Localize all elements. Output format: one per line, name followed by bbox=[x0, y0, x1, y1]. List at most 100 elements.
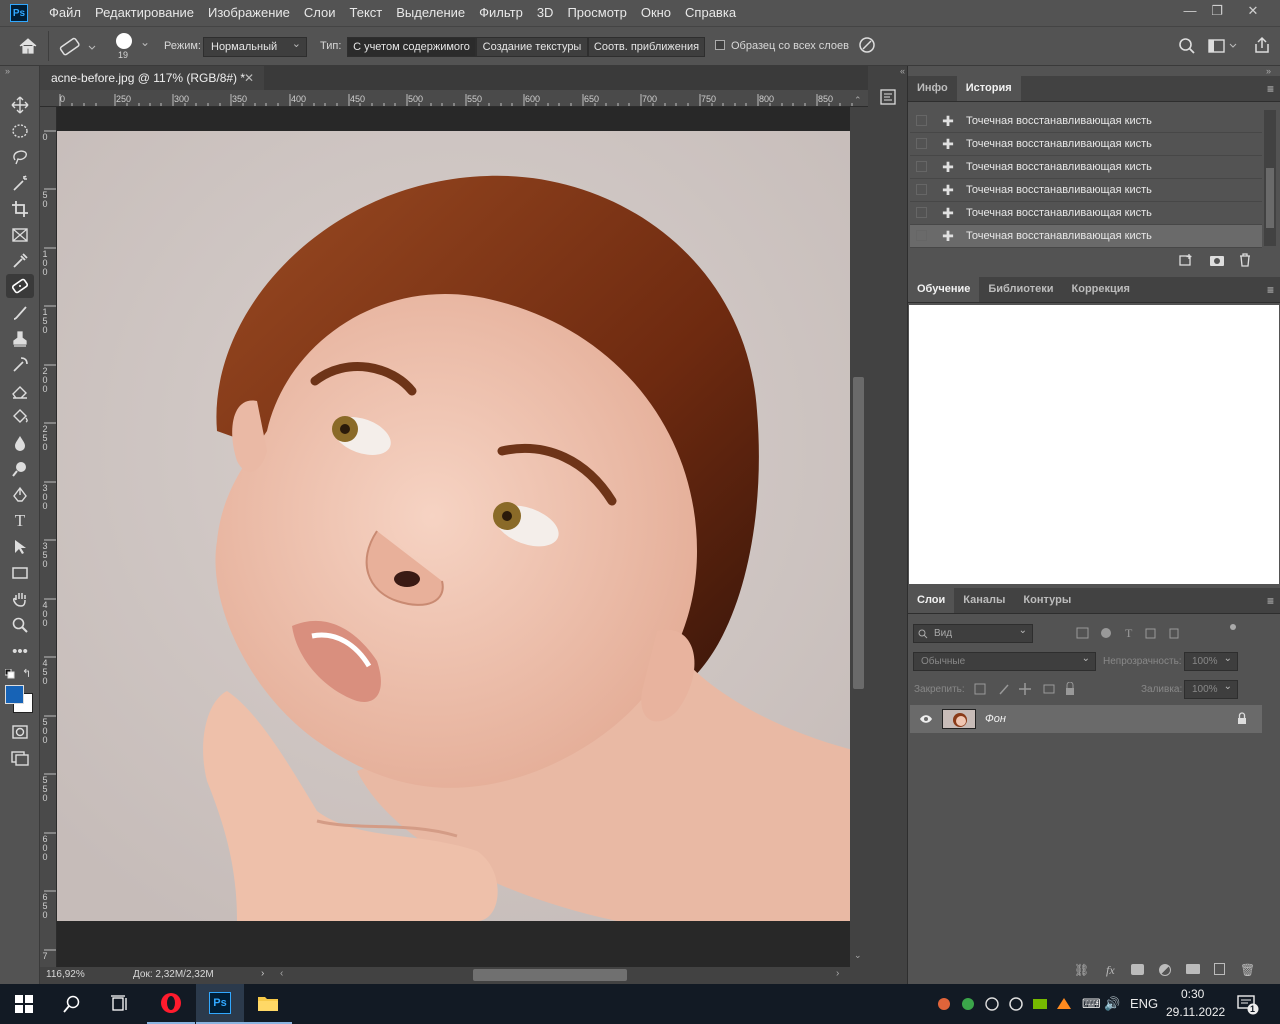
type-proximity-match[interactable]: Соотв. приближения bbox=[588, 37, 705, 57]
status-menu-chevron-icon[interactable]: › bbox=[261, 968, 264, 979]
menu-view[interactable]: Просмотр bbox=[560, 0, 633, 26]
menu-image[interactable]: Изображение bbox=[201, 0, 297, 26]
quick-mask-icon[interactable] bbox=[6, 720, 34, 744]
menu-3d[interactable]: 3D bbox=[530, 0, 561, 26]
share-icon[interactable] bbox=[1253, 36, 1271, 54]
history-row[interactable]: ✚ Точечная восстанавливающая кисть bbox=[910, 156, 1262, 179]
new-layer-icon[interactable] bbox=[1214, 963, 1225, 975]
more-tools-icon[interactable]: ••• bbox=[6, 639, 34, 663]
photoshop-taskbar-icon[interactable]: Ps bbox=[196, 984, 244, 1024]
spot-healing-preset-icon[interactable] bbox=[58, 36, 98, 58]
panel-menu-icon[interactable]: ≡ bbox=[1267, 594, 1274, 608]
task-view-icon[interactable] bbox=[96, 984, 144, 1024]
menu-file[interactable]: Файл bbox=[42, 0, 88, 26]
layer-style-fx-icon[interactable]: fx bbox=[1106, 963, 1115, 978]
document-tab[interactable]: acne-before.jpg @ 117% (RGB/8#) * ✕ bbox=[40, 66, 264, 90]
blur-tool-icon[interactable] bbox=[6, 431, 34, 455]
history-snapshot-checkbox[interactable] bbox=[916, 138, 927, 149]
spot-healing-brush-tool-icon[interactable] bbox=[6, 274, 34, 298]
zoom-tool-icon[interactable] bbox=[6, 613, 34, 637]
collapse-toolbar-icon[interactable]: » bbox=[5, 66, 10, 76]
language-indicator[interactable]: ENG bbox=[1130, 996, 1158, 1011]
tab-history[interactable]: История bbox=[956, 75, 1021, 101]
panel-menu-icon[interactable]: ≡ bbox=[1267, 283, 1274, 297]
file-explorer-icon[interactable] bbox=[244, 984, 292, 1024]
add-mask-icon[interactable] bbox=[1131, 964, 1144, 975]
layer-filter-icons[interactable]: T bbox=[1076, 626, 1216, 640]
tab-learn[interactable]: Обучение bbox=[908, 276, 980, 302]
search-icon[interactable] bbox=[1178, 37, 1196, 55]
blend-mode-select[interactable]: Обычные bbox=[913, 650, 1096, 671]
menu-help[interactable]: Справка bbox=[678, 0, 743, 26]
tab-paths[interactable]: Контуры bbox=[1014, 587, 1080, 613]
history-row[interactable]: ✚ Точечная восстанавливающая кисть bbox=[910, 110, 1262, 133]
volume-icon[interactable]: 🔊 bbox=[1104, 996, 1120, 1012]
type-tool-icon[interactable]: T bbox=[6, 509, 34, 533]
tab-layers[interactable]: Слои bbox=[908, 587, 955, 613]
new-document-from-state-icon[interactable] bbox=[1178, 253, 1194, 267]
adjustment-layer-icon[interactable] bbox=[1159, 964, 1171, 976]
move-tool-icon[interactable] bbox=[6, 93, 34, 117]
delete-state-trash-icon[interactable] bbox=[1238, 253, 1252, 267]
layer-row-background[interactable]: Фон bbox=[910, 705, 1262, 733]
horizontal-scroll-thumb[interactable] bbox=[473, 969, 627, 981]
dodge-tool-icon[interactable] bbox=[6, 457, 34, 481]
type-content-aware[interactable]: С учетом содержимого bbox=[347, 37, 476, 57]
history-row-selected[interactable]: ✚ Точечная восстанавливающая кисть bbox=[910, 225, 1262, 248]
snapshot-camera-icon[interactable] bbox=[1209, 253, 1225, 267]
close-tab-icon[interactable]: ✕ bbox=[244, 66, 254, 90]
search-icon[interactable] bbox=[48, 984, 96, 1024]
history-brush-tool-icon[interactable] bbox=[6, 353, 34, 377]
type-create-texture[interactable]: Создание текстуры bbox=[476, 37, 588, 57]
properties-icon[interactable] bbox=[879, 88, 897, 106]
lock-icons[interactable] bbox=[974, 681, 1084, 696]
path-selection-tool-icon[interactable] bbox=[6, 535, 34, 559]
pressure-size-icon[interactable] bbox=[858, 36, 876, 54]
history-snapshot-checkbox[interactable] bbox=[916, 207, 927, 218]
network-icon[interactable]: ⌨ bbox=[1082, 996, 1101, 1012]
magic-wand-tool-icon[interactable] bbox=[6, 171, 34, 195]
home-icon[interactable] bbox=[17, 36, 39, 56]
collapse-panels-icon[interactable]: « bbox=[900, 66, 905, 76]
canvas-area[interactable] bbox=[57, 107, 850, 967]
pen-tool-icon[interactable] bbox=[6, 483, 34, 507]
marquee-tool-icon[interactable] bbox=[6, 119, 34, 143]
panel-menu-icon[interactable]: ≡ bbox=[1267, 82, 1274, 96]
menu-layers[interactable]: Слои bbox=[297, 0, 343, 26]
notifications-icon[interactable]: 1 bbox=[1237, 994, 1259, 1015]
tab-channels[interactable]: Каналы bbox=[954, 587, 1014, 613]
menu-select[interactable]: Выделение bbox=[389, 0, 472, 26]
swap-colors-icon[interactable]: ↰ bbox=[22, 667, 31, 680]
menu-type[interactable]: Текст bbox=[343, 0, 390, 26]
eyedropper-tool-icon[interactable] bbox=[6, 249, 34, 273]
layer-filter-select[interactable]: Вид bbox=[913, 622, 1033, 643]
close-window-button[interactable]: ✕ bbox=[1238, 0, 1268, 22]
crop-tool-icon[interactable] bbox=[6, 197, 34, 221]
photo-canvas[interactable] bbox=[57, 131, 850, 921]
foreground-color-swatch[interactable] bbox=[5, 685, 24, 704]
fill-input[interactable]: 100% bbox=[1184, 678, 1238, 699]
minimize-button[interactable]: — bbox=[1175, 0, 1205, 22]
lasso-tool-icon[interactable] bbox=[6, 145, 34, 169]
system-tray-icons[interactable] bbox=[935, 996, 1085, 1012]
paint-bucket-tool-icon[interactable] bbox=[6, 405, 34, 429]
windows-start-icon[interactable] bbox=[0, 984, 48, 1024]
scroll-up-icon[interactable]: ⌃ bbox=[854, 95, 862, 106]
visibility-eye-icon[interactable] bbox=[919, 713, 933, 725]
tab-adjustments[interactable]: Коррекция bbox=[1063, 276, 1139, 302]
clock-time[interactable]: 0:30 bbox=[1181, 987, 1204, 1001]
restore-button[interactable]: ❐ bbox=[1202, 0, 1232, 22]
new-group-folder-icon[interactable] bbox=[1186, 964, 1200, 974]
menu-filter[interactable]: Фильтр bbox=[472, 0, 530, 26]
brush-picker-chevron-icon[interactable]: ⌄ bbox=[140, 35, 150, 49]
opera-browser-icon[interactable] bbox=[147, 984, 195, 1024]
history-snapshot-checkbox[interactable] bbox=[916, 115, 927, 126]
layer-name[interactable]: Фон bbox=[985, 713, 1006, 725]
menu-window[interactable]: Окно bbox=[634, 0, 678, 26]
brush-preview-icon[interactable] bbox=[116, 33, 132, 49]
history-row[interactable]: ✚ Точечная восстанавливающая кисть bbox=[910, 202, 1262, 225]
vertical-scroll-thumb[interactable] bbox=[853, 377, 864, 689]
sample-all-checkbox[interactable] bbox=[715, 40, 725, 50]
frame-tool-icon[interactable] bbox=[6, 223, 34, 247]
brush-tool-icon[interactable] bbox=[6, 301, 34, 325]
